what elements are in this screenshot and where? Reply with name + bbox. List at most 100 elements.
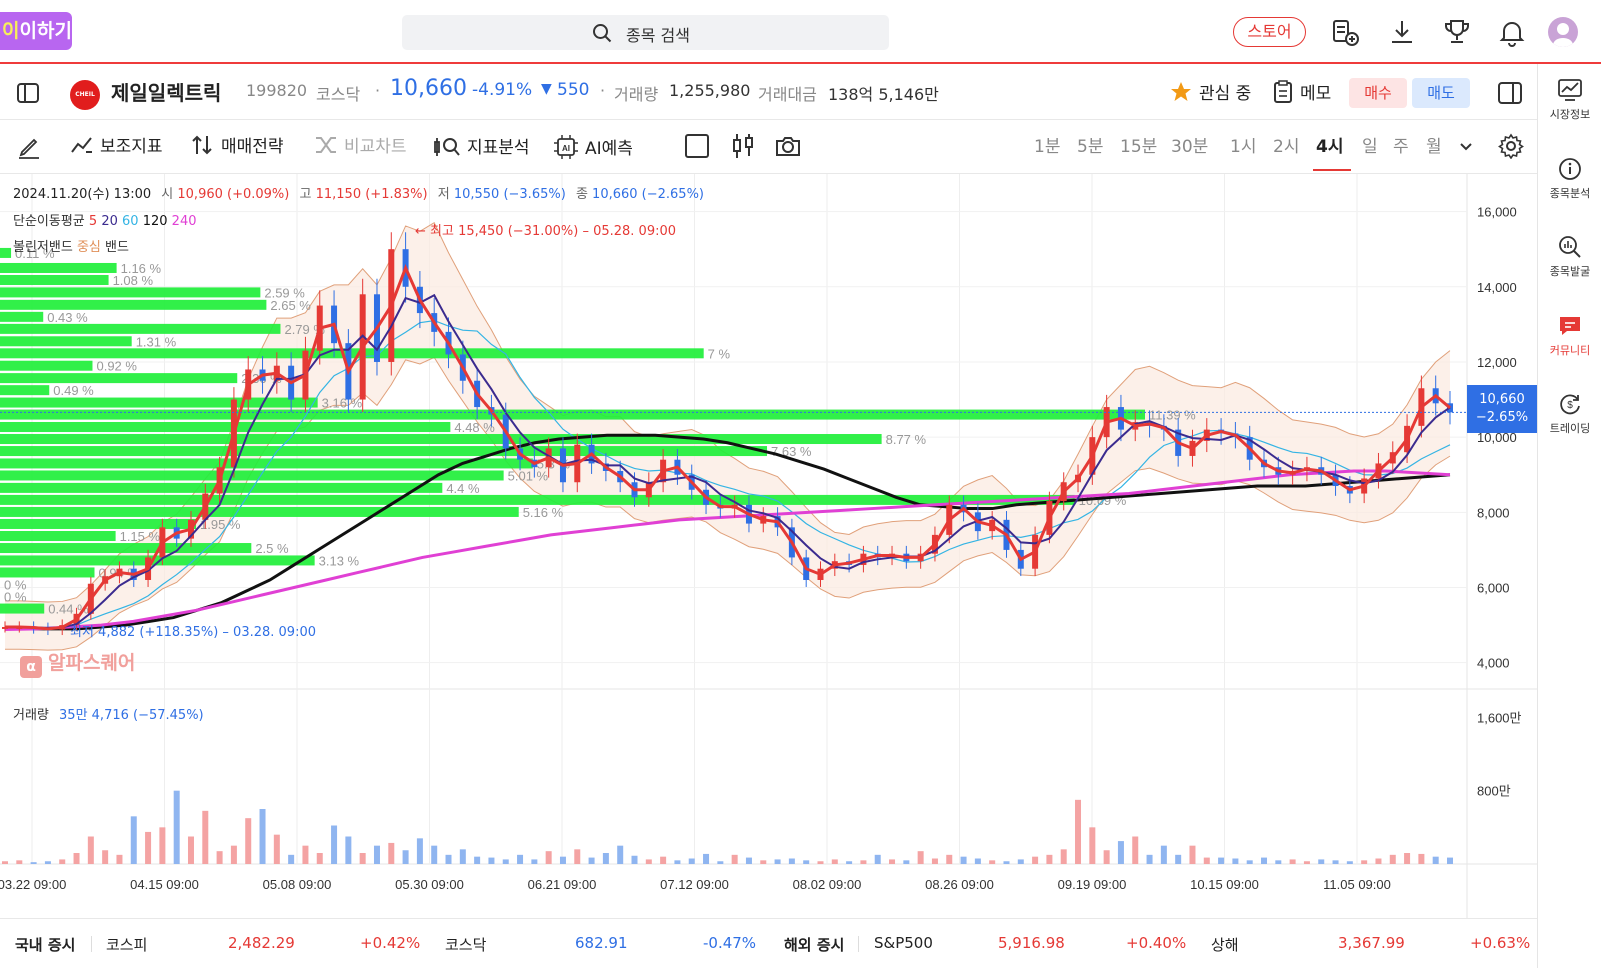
volume-profile-label: 3.13 %	[319, 553, 360, 568]
alpha-logo-icon: α	[20, 656, 42, 678]
x-tick-label: 04.15 09:00	[130, 877, 199, 892]
tool-analysis[interactable]: 지표분석	[433, 134, 530, 160]
volume-bar	[1289, 859, 1296, 864]
ma-legend[interactable]: 단순이동평균 5 20 60 120 240	[13, 210, 197, 229]
active-period-underline	[1313, 169, 1351, 171]
period-15m[interactable]: 15분	[1120, 134, 1157, 160]
x-tick-label: 08.26 09:00	[925, 877, 994, 892]
tool-indicators[interactable]: 보조지표	[70, 134, 163, 160]
star-icon[interactable]	[1170, 81, 1192, 103]
pencil-icon[interactable]	[16, 134, 42, 160]
volume-bar	[402, 850, 409, 864]
period-5m[interactable]: 5분	[1077, 134, 1103, 160]
stock-code: 199820	[246, 81, 308, 100]
period-4h[interactable]: 4시	[1316, 134, 1343, 160]
rail-trading[interactable]: $ 트레이딩	[1538, 392, 1601, 436]
volume-bar	[1232, 858, 1239, 864]
dollar-cycle-icon: $	[1560, 394, 1580, 415]
volume-bar	[574, 849, 581, 864]
volume-bar	[288, 854, 295, 864]
app-logo[interactable]: 이이하기	[0, 12, 72, 50]
volume-bar	[631, 855, 638, 864]
volume-bar	[1203, 857, 1210, 864]
camera-icon[interactable]	[774, 133, 802, 159]
shanghai-value: 3,367.99	[1338, 934, 1405, 952]
volume-bar	[617, 845, 624, 864]
period-1m[interactable]: 1분	[1034, 134, 1060, 160]
volume-label: 거래량	[614, 85, 659, 104]
volume-bar	[1089, 827, 1096, 864]
shanghai-label[interactable]: 상해	[1211, 934, 1239, 955]
bb-legend[interactable]: 볼린저밴드 중심 밴드	[13, 236, 129, 255]
watchlist-add-icon[interactable]	[1330, 17, 1360, 47]
kosdaq-change: -0.47%	[703, 934, 757, 952]
rail-stock-analysis[interactable]: 종목분석	[1538, 157, 1601, 201]
sp500-change: +0.40%	[1126, 934, 1187, 952]
volume-profile-bar	[0, 567, 95, 578]
rail-stock-discovery[interactable]: 종목발굴	[1538, 235, 1601, 279]
square-icon[interactable]	[684, 133, 710, 159]
period-month[interactable]: 월	[1426, 134, 1442, 160]
volume-bar	[1318, 859, 1325, 864]
kospi-value: 2,482.29	[228, 934, 295, 952]
volume-profile-bar	[0, 373, 238, 384]
kospi-label[interactable]: 코스피	[106, 934, 147, 955]
volume-bar	[173, 790, 180, 864]
volume-bar	[660, 856, 667, 864]
volume-tick-label: 800만	[1477, 784, 1511, 799]
search-icon	[593, 24, 612, 43]
tool-compare[interactable]: 비교차트	[314, 134, 407, 160]
period-30m[interactable]: 30분	[1171, 134, 1208, 160]
bell-icon[interactable]	[1497, 17, 1527, 47]
volume-profile-label: 0 %	[4, 590, 27, 605]
candle-icon[interactable]	[730, 132, 756, 160]
volume-bar	[474, 856, 481, 864]
volume-profile-label: 2.65 %	[270, 298, 311, 313]
volume-bar	[316, 853, 323, 864]
period-2h[interactable]: 2시	[1273, 134, 1299, 160]
change-amount: 550	[557, 80, 590, 100]
volume-bar	[717, 861, 724, 864]
buy-button[interactable]: 매수	[1349, 78, 1407, 108]
volume-bar	[1246, 860, 1253, 864]
kosdaq-label[interactable]: 코스닥	[445, 934, 486, 955]
period-1h[interactable]: 1시	[1230, 134, 1256, 160]
chevron-down-icon[interactable]	[1458, 139, 1474, 155]
volume-bar	[202, 810, 209, 864]
download-icon[interactable]	[1387, 17, 1417, 47]
trophy-icon[interactable]	[1442, 17, 1472, 47]
rail-community[interactable]: 커뮤니티	[1538, 314, 1601, 358]
volume-profile-bar	[0, 348, 704, 359]
volume-profile-bar	[0, 506, 519, 517]
period-day[interactable]: 일	[1362, 134, 1378, 160]
volume-bar	[602, 853, 609, 864]
gear-icon[interactable]	[1498, 133, 1524, 159]
panel-toggle-icon[interactable]	[1497, 80, 1523, 106]
volume-bar	[588, 857, 595, 864]
sp500-label[interactable]: S&P500	[874, 934, 933, 952]
tool-ai-forecast[interactable]: AI AI예측	[553, 134, 633, 160]
memo-icon[interactable]	[1272, 80, 1294, 104]
volume-bar	[159, 827, 166, 864]
volume-bar	[1189, 845, 1196, 864]
volume-profile-bar	[0, 336, 132, 347]
tool-strategy[interactable]: 매매전략	[191, 134, 284, 160]
store-button[interactable]: 스토어	[1233, 17, 1306, 47]
y-tick-label: 12,000	[1477, 355, 1517, 370]
strategy-icon	[192, 135, 212, 155]
kospi-change: +0.42%	[360, 934, 421, 952]
memo-button[interactable]: 메모	[1300, 79, 1331, 104]
search-input[interactable]: 종목 검색	[402, 15, 889, 50]
volume-bar	[874, 854, 881, 864]
chart-area[interactable]: 03.22 09:00 04.15 09:00 05.08 09:00 05.30 0…	[0, 174, 1537, 918]
watch-button[interactable]: 관심 중	[1199, 79, 1251, 104]
avatar[interactable]	[1548, 17, 1578, 47]
volume-bar	[1003, 861, 1010, 864]
volume-bar	[960, 856, 967, 864]
price-chart[interactable]: 03.22 09:00 04.15 09:00 05.08 09:00 05.30 0…	[0, 174, 1537, 918]
sell-button[interactable]: 매도	[1412, 78, 1470, 108]
period-week[interactable]: 주	[1393, 134, 1409, 160]
rail-market-info[interactable]: 시장정보	[1538, 78, 1601, 122]
volume-profile-bar	[0, 275, 109, 286]
sidebar-toggle-icon[interactable]	[16, 81, 40, 105]
